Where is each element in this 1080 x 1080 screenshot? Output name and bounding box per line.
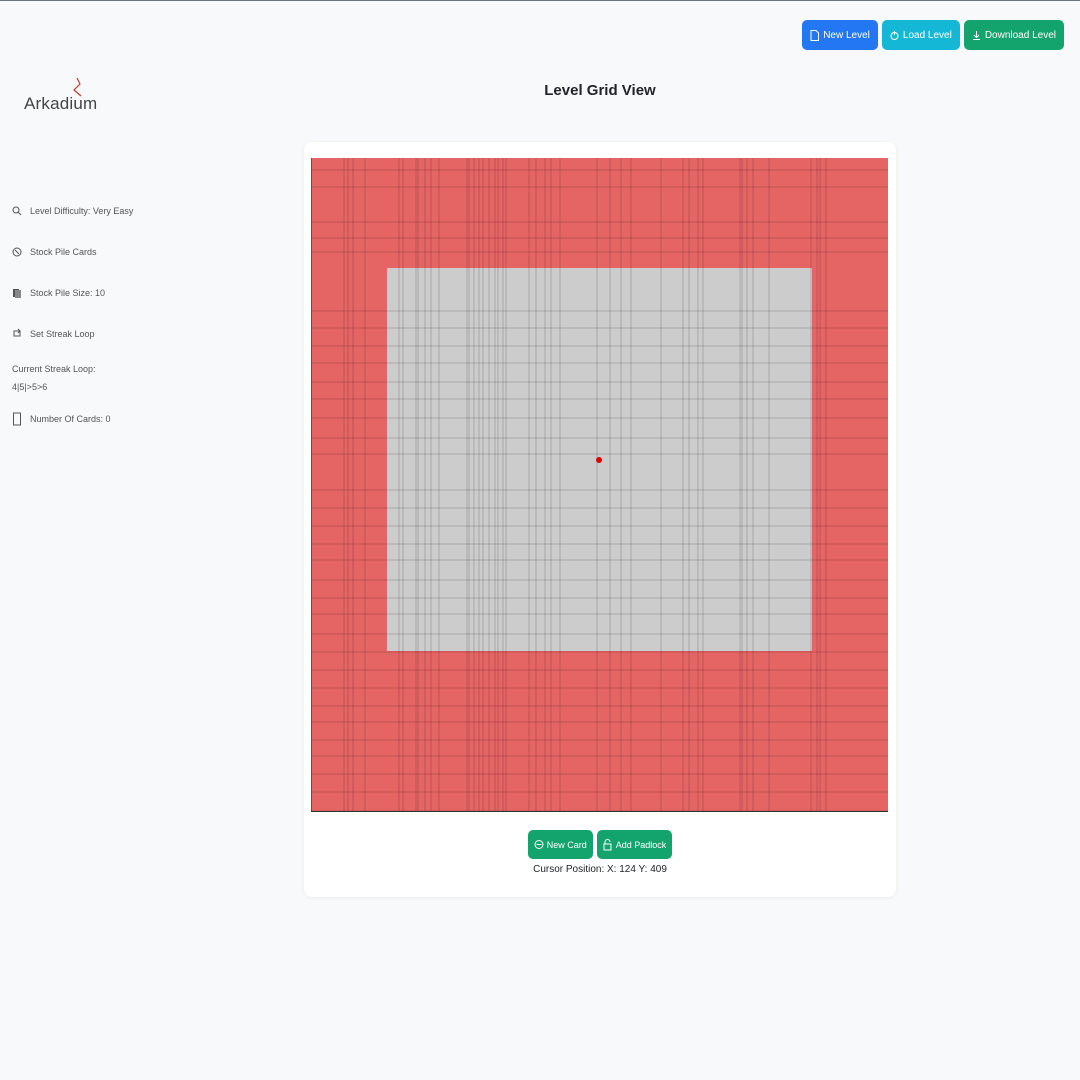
add-padlock-button[interactable]: Add Padlock xyxy=(596,830,673,859)
level-grid-card: New Card Add Padlock Cursor Position: X:… xyxy=(304,142,896,897)
sidebar-item-number-of-cards: Number Of Cards: 0 xyxy=(12,408,162,430)
arkadium-logo: Arkadium xyxy=(24,76,98,118)
loop-icon xyxy=(12,328,22,340)
logo-text: Arkadium xyxy=(24,94,98,113)
cursor-position: Cursor Position: X: 124 Y: 409 xyxy=(533,864,667,875)
window-top-border xyxy=(0,0,1080,1)
streak-label: Current Streak Loop: xyxy=(12,364,96,374)
download-icon xyxy=(972,30,981,41)
padlock-icon xyxy=(603,839,612,851)
level-grid[interactable] xyxy=(311,158,888,812)
sidebar-item-label: Number Of Cards: 0 xyxy=(30,414,111,424)
add-padlock-label: Add Padlock xyxy=(615,839,667,850)
stock-pile-icon xyxy=(12,246,22,258)
sidebar-item-label: Stock Pile Cards xyxy=(30,247,97,257)
minus-circle-icon xyxy=(534,839,544,850)
sidebar-item-stock-pile-size[interactable]: Stock Pile Size: 10 xyxy=(12,282,162,304)
sidebar-item-label: Level Difficulty: Very Easy xyxy=(30,206,134,216)
top-actions: New Level Load Level Download Level xyxy=(802,20,1064,50)
upload-icon xyxy=(890,30,899,41)
sidebar-item-difficulty[interactable]: Level Difficulty: Very Easy xyxy=(12,200,162,222)
page-title: Level Grid View xyxy=(544,82,656,99)
card-actions: New Card Add Padlock xyxy=(304,830,896,859)
level-grid-canvas[interactable] xyxy=(311,158,888,812)
new-level-button[interactable]: New Level xyxy=(802,20,878,50)
new-level-label: New Level xyxy=(823,29,870,41)
current-streak-loop: Current Streak Loop: 4|5|>5>6 xyxy=(12,360,162,396)
sidebar-item-label: Stock Pile Size: 10 xyxy=(30,288,106,298)
download-level-button[interactable]: Download Level xyxy=(963,20,1064,50)
sidebar-item-stock-pile-cards[interactable]: Stock Pile Cards xyxy=(12,241,162,263)
download-level-label: Download Level xyxy=(984,29,1056,41)
load-level-button[interactable]: Load Level xyxy=(881,20,960,50)
sidebar: Level Difficulty: Very Easy Stock Pile C… xyxy=(12,200,162,449)
load-level-label: Load Level xyxy=(902,29,952,41)
card-icon xyxy=(12,412,22,426)
search-icon xyxy=(12,205,22,217)
sidebar-item-label: Set Streak Loop xyxy=(30,329,95,339)
new-card-button[interactable]: New Card xyxy=(527,830,593,859)
cursor-marker xyxy=(596,457,602,463)
stack-icon xyxy=(12,287,22,299)
streak-value: 4|5|>5>6 xyxy=(12,382,48,392)
new-file-icon xyxy=(810,29,820,41)
sidebar-item-set-streak-loop[interactable]: Set Streak Loop xyxy=(12,323,162,345)
new-card-label: New Card xyxy=(546,839,587,850)
